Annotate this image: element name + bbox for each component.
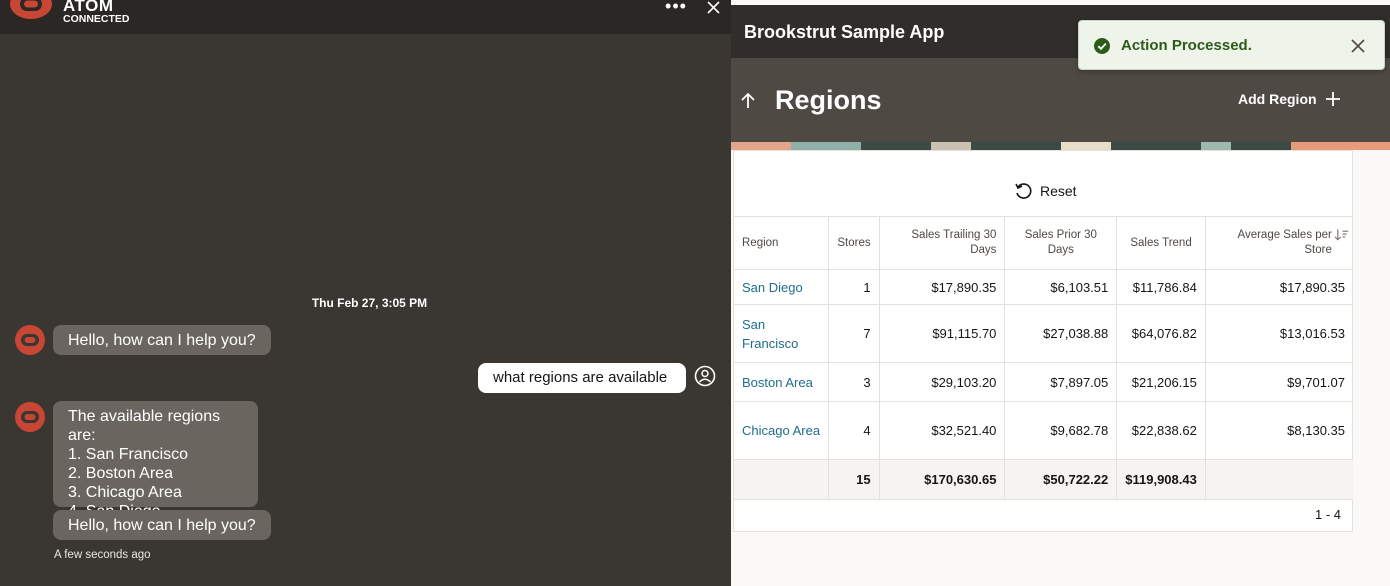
bot-message: Hello, how can I help you? [53, 510, 271, 540]
cell-sales-trend: $11,786.84 [1116, 269, 1206, 305]
cell-total-avg [1205, 459, 1353, 500]
cell-region: San Diego [734, 269, 830, 305]
table-row: Boston Area 3 $29,103.20 $7,897.05 $21,2… [734, 362, 1353, 402]
success-toast: Action Processed. [1078, 20, 1385, 70]
table-row: San Diego 1 $17,890.35 $6,103.51 $11,786… [734, 269, 1353, 305]
reset-label: Reset [1040, 183, 1077, 199]
cell-avg-sales: $8,130.35 [1205, 401, 1353, 460]
cell-total-sales-prior: $50,722.22 [1004, 459, 1118, 500]
cell-region: Chicago Area [734, 401, 830, 460]
totals-row: 15 $170,630.65 $50,722.22 $119,908.43 [734, 459, 1353, 500]
user-avatar-icon [694, 365, 716, 387]
column-header-sales-trailing[interactable]: Sales Trailing 30 Days [879, 216, 1006, 270]
cell-total-sales-trend: $119,908.43 [1116, 459, 1206, 500]
column-header-avg-sales[interactable]: Average Sales per Store [1205, 216, 1353, 270]
cell-stores: 3 [828, 362, 880, 402]
column-header-sales-prior[interactable]: Sales Prior 30 Days [1004, 216, 1118, 270]
check-circle-icon [1094, 38, 1110, 54]
regions-table: Region Stores Sales Trailing 30 Days Sal… [734, 216, 1353, 500]
conversation-timestamp: Thu Feb 27, 3:05 PM [311, 296, 428, 310]
cell-sales-trailing: $17,890.35 [879, 269, 1006, 305]
cell-avg-sales: $17,890.35 [1205, 269, 1353, 305]
cell-avg-sales: $9,701.07 [1205, 362, 1353, 402]
cell-region: Boston Area [734, 362, 830, 402]
sort-descending-icon[interactable] [1334, 228, 1349, 242]
bot-avatar-icon [15, 325, 45, 355]
reset-button[interactable]: Reset [1014, 182, 1077, 200]
cell-sales-prior: $9,682.78 [1004, 401, 1118, 460]
cell-sales-trend: $64,076.82 [1116, 304, 1206, 363]
cell-avg-sales: $13,016.53 [1205, 304, 1353, 363]
table-row: San Francisco 7 $91,115.70 $27,038.88 $6… [734, 304, 1353, 363]
app-title: Brookstrut Sample App [744, 22, 945, 42]
more-options-icon[interactable]: ••• [664, 0, 688, 18]
bot-message-regions-list: The available regions are: 1. San Franci… [53, 401, 258, 520]
message-line: The available regions are: [68, 408, 221, 444]
cell-sales-trend: $21,206.15 [1116, 362, 1206, 402]
page-title: Regions [775, 85, 882, 115]
app-panel: Brookstrut Sample App Regions Add Region [731, 0, 1390, 586]
region-link[interactable]: Boston Area [742, 373, 820, 392]
cell-region: San Francisco [734, 304, 830, 363]
cell-sales-trailing: $32,521.40 [879, 401, 1006, 460]
cell-stores: 1 [828, 269, 880, 305]
connection-status: CONNECTED [63, 13, 130, 25]
chat-header: ATOM CONNECTED ••• [0, 0, 731, 34]
column-header-sales-trend[interactable]: Sales Trend [1116, 216, 1206, 270]
page-title-bar: Regions Add Region [731, 58, 1390, 142]
toast-message: Action Processed. [1121, 37, 1252, 54]
cell-sales-prior: $6,103.51 [1004, 269, 1118, 305]
cell-sales-prior: $7,897.05 [1004, 362, 1118, 402]
region-link[interactable]: Chicago Area [742, 421, 820, 440]
bot-message: Hello, how can I help you? [53, 325, 271, 355]
cell-total-label [734, 459, 830, 500]
region-link[interactable]: San Diego [742, 278, 820, 297]
cell-total-sales-trailing: $170,630.65 [879, 459, 1006, 500]
column-header-region[interactable]: Region [734, 216, 830, 270]
region-link[interactable]: San Francisco [742, 315, 820, 353]
bot-logo-icon [10, 0, 52, 19]
close-icon[interactable] [1349, 37, 1367, 55]
add-region-button[interactable]: Add Region [1238, 91, 1340, 107]
add-region-label: Add Region [1238, 91, 1317, 107]
column-header-stores[interactable]: Stores [828, 216, 880, 270]
plus-icon [1325, 92, 1340, 106]
cell-total-stores: 15 [828, 459, 880, 500]
bot-avatar-icon [15, 402, 45, 432]
cell-sales-trend: $22,838.62 [1116, 401, 1206, 460]
cell-sales-trailing: $91,115.70 [879, 304, 1006, 363]
message-time: A few seconds ago [54, 549, 151, 561]
column-header-avg-sales-label: Average Sales per Store [1237, 229, 1332, 256]
cell-stores: 7 [828, 304, 880, 363]
user-message: what regions are available [478, 363, 686, 393]
regions-table-card: Reset Region Stores Sales Trailing 30 Da… [733, 150, 1353, 532]
pagination-info: 1 - 4 [1314, 507, 1341, 522]
message-line: 2. Boston Area [68, 465, 173, 482]
close-icon[interactable] [704, 0, 724, 18]
arrow-up-icon[interactable] [739, 92, 757, 110]
message-line: 3. Chicago Area [68, 484, 182, 501]
cell-sales-prior: $27,038.88 [1004, 304, 1118, 363]
message-line: 1. San Francisco [68, 446, 189, 463]
chat-panel: ATOM CONNECTED ••• Thu Feb 27, 3:05 PM H… [0, 0, 731, 586]
decorative-banner [731, 142, 1390, 150]
table-row: Chicago Area 4 $32,521.40 $9,682.78 $22,… [734, 401, 1353, 460]
reset-icon [1015, 183, 1032, 199]
cell-stores: 4 [828, 401, 880, 460]
cell-sales-trailing: $29,103.20 [879, 362, 1006, 402]
table-header-row: Region Stores Sales Trailing 30 Days Sal… [734, 216, 1353, 270]
